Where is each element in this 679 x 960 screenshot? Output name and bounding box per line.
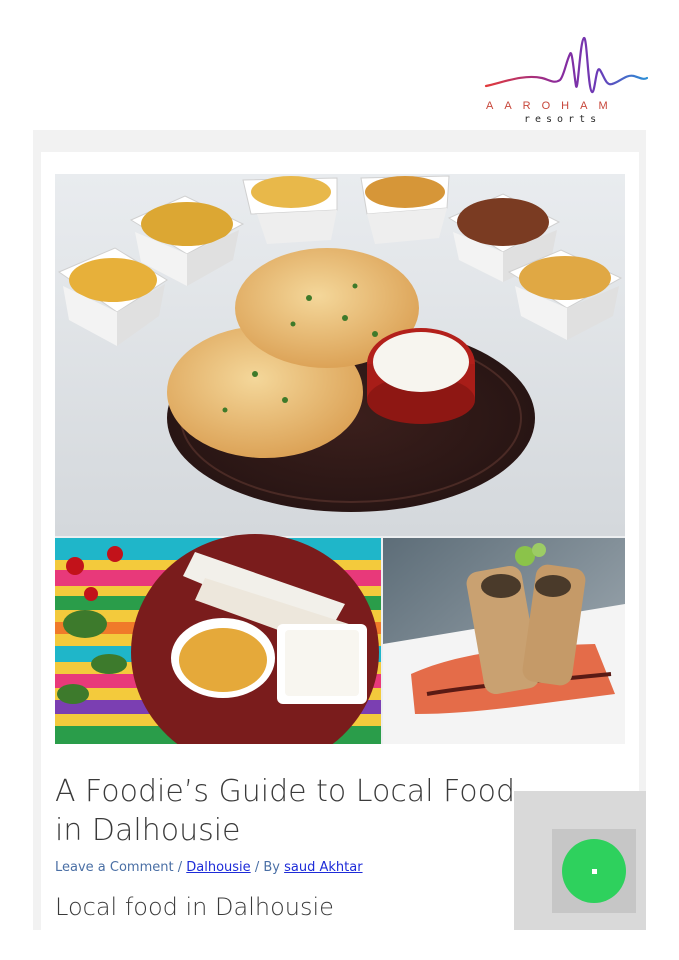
- section-heading: Local food in Dalhousie: [55, 893, 334, 921]
- chat-launcher-button[interactable]: [562, 839, 626, 903]
- category-link[interactable]: Dalhousie: [186, 860, 250, 875]
- post-title: A Foodie’s Guide to Local Food in Dalhou…: [55, 774, 516, 848]
- author-link[interactable]: saud Akhtar: [284, 860, 362, 875]
- logo-subtitle: resorts: [524, 114, 602, 125]
- chat-widget-overlay: [514, 791, 646, 930]
- by-label: By: [263, 860, 280, 875]
- food-collage-image: [55, 174, 625, 744]
- leave-comment-link[interactable]: Leave a Comment: [55, 860, 174, 875]
- site-header: AAROHAM resorts: [0, 0, 679, 130]
- chat-widget-frame: [552, 829, 636, 913]
- meta-separator: /: [254, 860, 260, 875]
- site-logo[interactable]: AAROHAM resorts: [484, 34, 648, 128]
- sound-wave-icon: [484, 36, 648, 94]
- post-meta: Leave a Comment / Dalhousie / By saud Ak…: [55, 860, 363, 875]
- featured-image[interactable]: [55, 174, 625, 744]
- meta-separator: /: [177, 860, 183, 875]
- chat-bubble-icon: [592, 869, 597, 874]
- logo-wordmark: AAROHAM: [486, 100, 619, 112]
